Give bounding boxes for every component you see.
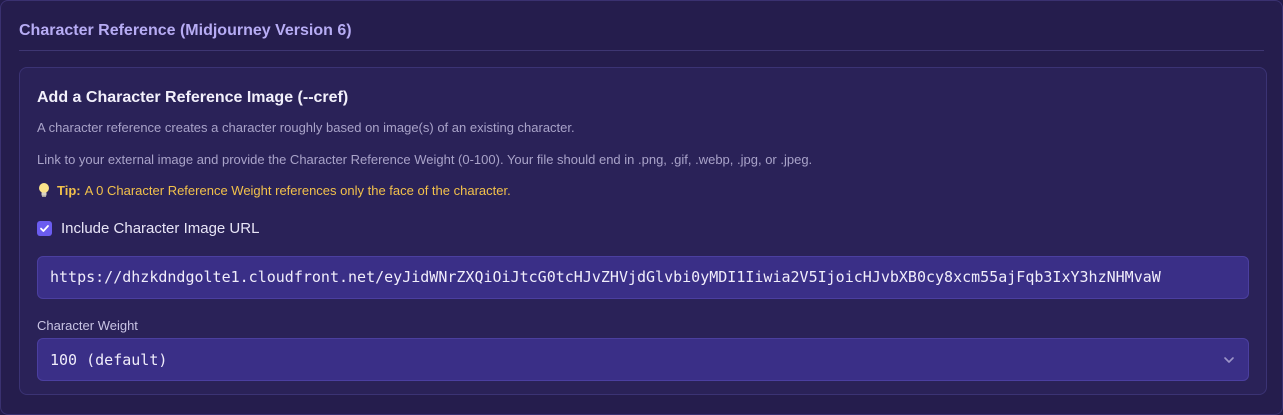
character-weight-value: 100 (default) [50,350,168,369]
include-url-label[interactable]: Include Character Image URL [61,220,259,237]
checkmark-icon [40,225,49,232]
include-url-checkbox[interactable] [37,221,52,236]
character-weight-select[interactable]: 100 (default) [37,338,1249,381]
tip-label: Tip: [57,182,81,198]
character-reference-panel: Character Reference (Midjourney Version … [0,0,1283,415]
instructions-text: Link to your external image and provide … [37,152,813,167]
tip-row: Tip: A 0 Character Reference Weight refe… [37,182,511,198]
section-title: Character Reference (Midjourney Version … [19,22,352,39]
character-weight-label: Character Weight [37,318,138,333]
section-header: Character Reference (Midjourney Version … [19,21,1264,51]
include-url-checkbox-row[interactable]: Include Character Image URL [37,220,259,237]
character-image-url-input[interactable]: https://dhzkdndgolte1.cloudfront.net/eyJ… [37,256,1249,299]
character-reference-card: Add a Character Reference Image (--cref)… [19,67,1267,395]
chevron-down-icon [1222,353,1236,367]
lightbulb-icon [37,182,51,198]
tip-text: A 0 Character Reference Weight reference… [84,182,511,198]
description-text: A character reference creates a characte… [37,120,575,135]
card-title: Add a Character Reference Image (--cref) [37,89,349,106]
